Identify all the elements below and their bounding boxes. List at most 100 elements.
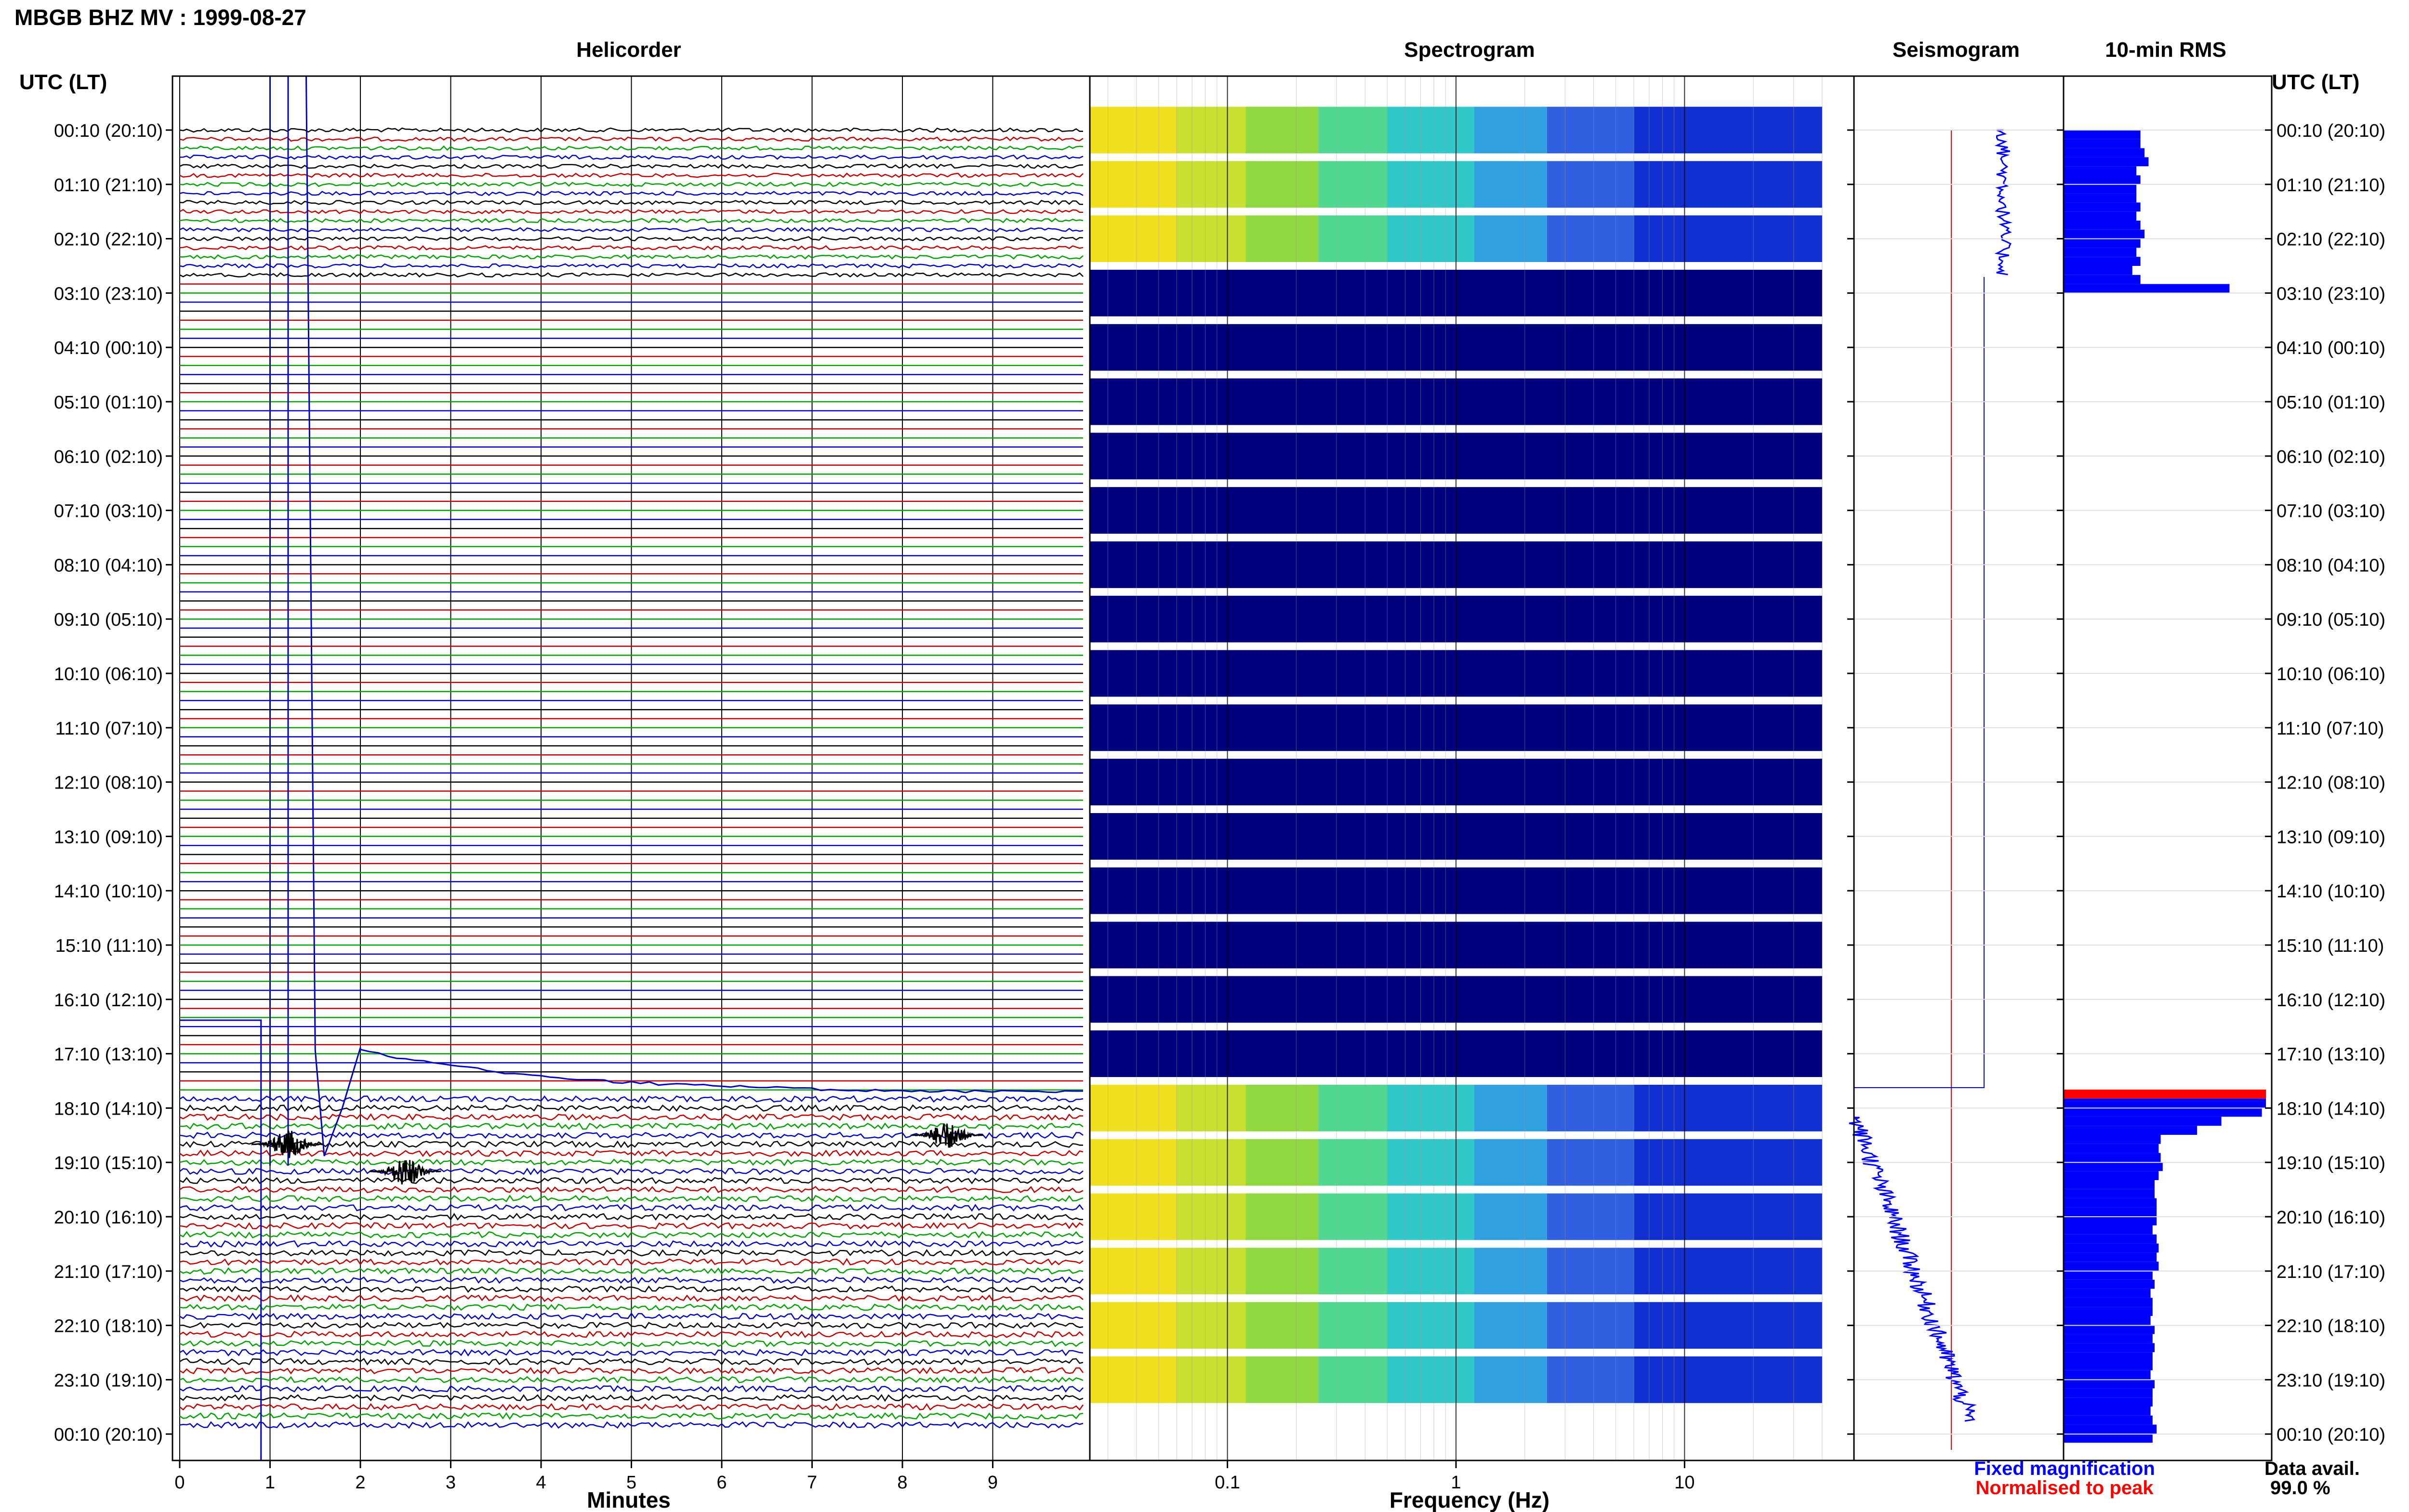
spectrogram-band (1318, 1302, 1388, 1349)
rms-bar (2064, 157, 2149, 167)
rms-bar (2064, 1288, 2151, 1298)
spectrogram-xtick-label: 10 (1674, 1473, 1694, 1493)
helicorder-title: Helicorder (576, 38, 681, 62)
time-tick-label-right: 22:10 (18:10) (2277, 1316, 2385, 1337)
spectrogram-band (1177, 1248, 1246, 1295)
rms-bar (2064, 202, 2141, 212)
rms-bar (2064, 1397, 2153, 1407)
utc-label-left: UTC (LT) (19, 70, 107, 94)
time-tick-label-left: 16:10 (12:10) (54, 990, 163, 1011)
rms-bar (2064, 1252, 2157, 1262)
spectrogram-band (1474, 1356, 1547, 1403)
legend-fixed-magnification: Fixed magnification (1974, 1458, 2155, 1479)
rms-bar (2064, 1316, 2151, 1325)
spectrogram-band (1474, 1302, 1547, 1349)
time-tick-label-left: 14:10 (10:10) (54, 881, 163, 902)
spectrogram-band (1634, 161, 1822, 208)
rms-bar (2064, 284, 2230, 293)
spectrogram-band (1245, 1302, 1319, 1349)
rms-bar (2064, 166, 2137, 175)
time-tick-label-left: 15:10 (11:10) (55, 936, 163, 956)
spectrogram-band (1090, 106, 1177, 154)
spectrogram-band (1177, 1302, 1246, 1349)
rms-bar (2064, 1361, 2153, 1370)
spectrogram-band (1245, 215, 1319, 262)
spectrogram-band (1387, 1302, 1474, 1349)
rms-bar (2064, 1162, 2163, 1171)
spectrogram-band (1474, 215, 1547, 262)
spectrogram-band (1318, 1248, 1388, 1295)
spectrogram-band (1474, 106, 1547, 154)
rms-bar (2064, 1098, 2266, 1108)
rms-bar (2064, 1189, 2155, 1198)
spectrogram-band (1387, 215, 1474, 262)
rms-bar (2064, 130, 2141, 139)
rms-bar (2064, 275, 2141, 284)
spectrogram-band (1547, 161, 1634, 208)
spectrogram-band (1177, 1085, 1246, 1131)
time-tick-label-right: 19:10 (15:10) (2277, 1153, 2385, 1173)
data-avail-value: 99.0 % (2270, 1477, 2330, 1499)
time-tick-label-right: 20:10 (16:10) (2277, 1208, 2385, 1228)
helicorder-xtick-label: 2 (355, 1473, 365, 1493)
rms-bar (2064, 1117, 2222, 1126)
rms-bar (2064, 238, 2141, 248)
spectrogram-band (1474, 1085, 1547, 1131)
rms-bar (2064, 1379, 2155, 1389)
rms-bar (2064, 1243, 2159, 1253)
time-tick-label-left: 22:10 (18:10) (54, 1316, 163, 1337)
rms-bar (2064, 257, 2141, 266)
helicorder-xtick-label: 6 (716, 1473, 727, 1493)
spectrogram-band (1387, 1193, 1474, 1240)
spectrogram-band (1387, 161, 1474, 208)
spectrogram-band (1177, 215, 1246, 262)
rms-bar (2064, 1153, 2161, 1162)
time-tick-label-left: 12:10 (08:10) (54, 773, 163, 793)
spectrogram-band (1634, 1139, 1822, 1186)
time-tick-label-right: 23:10 (19:10) (2277, 1370, 2385, 1391)
rms-bar (2064, 1271, 2153, 1280)
spectrogram-band (1318, 161, 1388, 208)
time-tick-label-left: 13:10 (09:10) (54, 827, 163, 847)
spectrogram-band (1547, 1139, 1634, 1186)
rms-bar (2064, 229, 2144, 239)
spectrogram-band (1318, 1139, 1388, 1186)
spectrogram-band (1245, 1248, 1319, 1295)
spectrogram-band (1634, 215, 1822, 262)
rms-bar (2064, 1144, 2159, 1153)
time-tick-label-right: 18:10 (14:10) (2277, 1099, 2385, 1119)
rms-bar (2064, 1225, 2153, 1235)
spectrogram-band (1090, 1248, 1177, 1295)
spectrogram-band (1090, 215, 1177, 262)
spectrogram-band (1387, 1248, 1474, 1295)
rms-bar (2064, 1433, 2153, 1443)
rms-bar (2064, 175, 2141, 184)
spectrogram-band (1245, 106, 1319, 154)
time-tick-label-left: 18:10 (14:10) (54, 1099, 163, 1119)
spectrogram-band (1318, 1085, 1388, 1131)
time-tick-label-right: 02:10 (22:10) (2277, 230, 2385, 250)
spectrogram-band (1474, 1248, 1547, 1295)
rms-bar (2064, 266, 2132, 275)
helicorder-xtick-label: 0 (174, 1473, 185, 1493)
spectrogram-band (1547, 1248, 1634, 1295)
time-tick-label-left: 00:10 (20:10) (54, 1425, 163, 1445)
rms-peak-bar (2064, 1090, 2266, 1099)
spectrogram-band (1245, 1193, 1319, 1240)
spectrogram-band (1547, 1356, 1634, 1403)
helicorder-xtick-label: 7 (807, 1473, 817, 1493)
rms-bar (2064, 1325, 2155, 1334)
rms-bar (2064, 1234, 2157, 1244)
time-tick-label-left: 00:10 (20:10) (54, 121, 163, 141)
rms-bar (2064, 1126, 2197, 1135)
spectrogram-band (1387, 1139, 1474, 1186)
time-tick-label-right: 13:10 (09:10) (2277, 827, 2385, 847)
spectrogram-band (1634, 1085, 1822, 1131)
main-figure: MBGB BHZ MV : 1999-08-27 Helicorder Spec… (0, 0, 2409, 1512)
utc-label-right: UTC (LT) (2272, 70, 2359, 94)
time-tick-label-left: 20:10 (16:10) (54, 1208, 163, 1228)
spectrogram-title: Spectrogram (1404, 38, 1535, 62)
time-tick-label-left: 10:10 (06:10) (54, 664, 163, 684)
rms-bar (2064, 1388, 2153, 1398)
time-tick-label-right: 10:10 (06:10) (2277, 664, 2385, 684)
